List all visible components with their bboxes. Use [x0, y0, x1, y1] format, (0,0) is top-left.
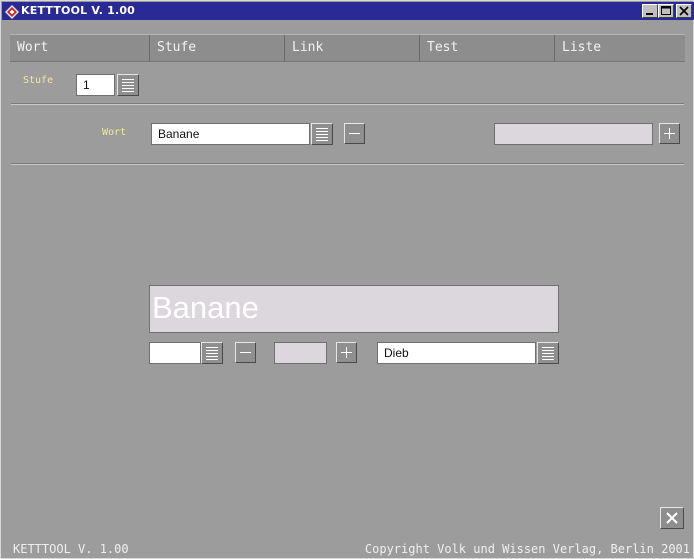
stufe-label: Stufe — [23, 75, 54, 86]
wort-new-input[interactable] — [494, 123, 653, 145]
maximize-button[interactable] — [658, 4, 674, 18]
divider-top — [11, 103, 684, 105]
status-copyright: Copyright Volk und Wissen Verlag, Berlin… — [364, 542, 690, 556]
tab-link[interactable]: Link — [285, 35, 420, 62]
link-right-input[interactable]: Dieb — [377, 342, 536, 364]
wort-add-button[interactable] — [659, 123, 680, 144]
minimize-icon — [646, 13, 653, 15]
link-remove-button[interactable] — [235, 342, 256, 363]
word-display: Banane — [149, 285, 559, 333]
window-title: KETTTOOL V. 1.00 — [21, 4, 136, 17]
maximize-icon — [661, 6, 671, 15]
wort-list-button[interactable] — [311, 123, 333, 145]
close-icon — [679, 6, 689, 16]
link-right-list-button[interactable] — [537, 342, 559, 364]
stufe-input[interactable]: 1 — [76, 74, 115, 96]
link-add-button[interactable] — [336, 342, 357, 363]
panel-close-button[interactable] — [660, 507, 684, 529]
tab-wort[interactable]: Wort — [10, 35, 150, 62]
tab-test[interactable]: Test — [420, 35, 555, 62]
app-window: KETTTOOL V. 1.00 Wort Stufe Link Test Li… — [0, 0, 694, 559]
stufe-list-button[interactable] — [117, 74, 139, 96]
divider-middle — [11, 163, 684, 165]
wort-remove-button[interactable] — [344, 123, 365, 144]
status-app-name: KETTTOOL V. 1.00 — [13, 542, 129, 556]
tab-bar: Wort Stufe Link Test Liste — [10, 34, 685, 62]
window-close-button[interactable] — [676, 4, 692, 18]
link-middle-input[interactable] — [274, 342, 327, 364]
status-bar: KETTTOOL V. 1.00 Copyright Volk und Wiss… — [2, 538, 694, 559]
minimize-button[interactable] — [642, 4, 658, 18]
link-left-list-button[interactable] — [201, 342, 223, 364]
tab-liste[interactable]: Liste — [555, 35, 685, 62]
app-diamond-icon — [5, 4, 19, 19]
tab-stufe[interactable]: Stufe — [150, 35, 285, 62]
title-bar: KETTTOOL V. 1.00 — [2, 2, 694, 20]
wort-input[interactable]: Banane — [151, 123, 310, 145]
wort-label: Wort — [102, 127, 127, 138]
close-icon — [666, 512, 678, 524]
link-left-input[interactable] — [149, 342, 201, 364]
